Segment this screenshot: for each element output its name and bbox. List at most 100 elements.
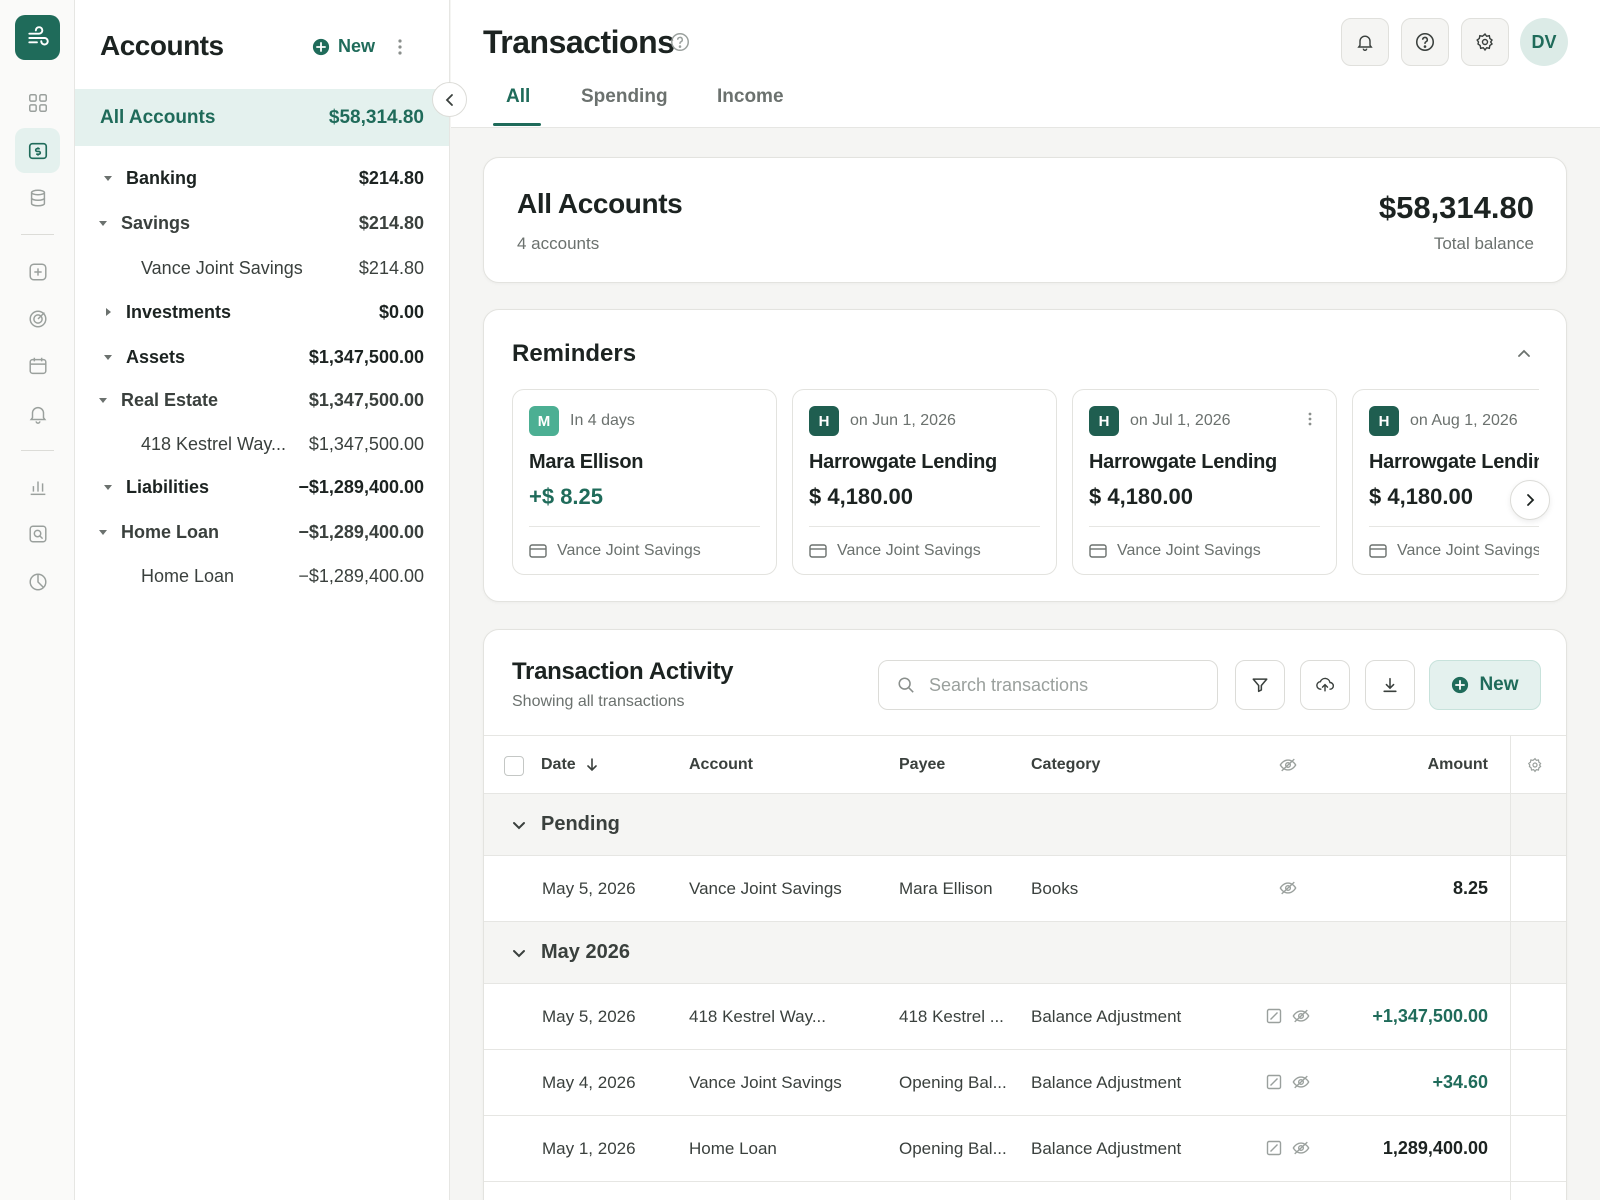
gear-icon <box>1476 33 1493 52</box>
eye-off-icon[interactable] <box>1292 1074 1310 1090</box>
column-settings-icon[interactable] <box>1527 757 1543 773</box>
reminder-card[interactable]: H on Jun 1, 2026 Harrowgate Lending $ 4,… <box>792 389 1057 575</box>
logo-icon[interactable] <box>15 15 60 60</box>
reminder-card[interactable]: H on Aug 1, 2026 Harrowgate Lending $ 4,… <box>1352 389 1539 575</box>
tab-all[interactable]: All <box>506 86 530 108</box>
pie-chart-icon[interactable] <box>15 559 60 604</box>
column-account[interactable]: Account <box>689 756 753 774</box>
help-button[interactable] <box>1401 18 1449 66</box>
new-account-button[interactable]: New <box>312 36 375 57</box>
column-date[interactable]: Date <box>541 756 598 774</box>
reminder-card[interactable]: M In 4 days Mara Ellison +$ 8.25 Vance J… <box>512 389 777 575</box>
bell-icon <box>1357 35 1373 51</box>
eye-off-icon[interactable] <box>1292 1008 1310 1024</box>
tab-income[interactable]: Income <box>717 86 784 108</box>
cell-date: May 5, 2026 <box>542 879 636 898</box>
tree-group-real-estate[interactable]: Real Estate $1,347,500.00 <box>75 380 449 420</box>
payee-badge: H <box>1089 406 1119 436</box>
tree-item-value: −$1,289,400.00 <box>298 521 424 542</box>
tree-item-label: Investments <box>126 301 232 322</box>
group-label: May 2026 <box>541 941 630 963</box>
add-icon[interactable] <box>15 249 60 294</box>
upload-button[interactable] <box>1300 660 1350 710</box>
table-row[interactable]: May 5, 2026 418 Kestrel Way... 418 Kestr… <box>484 984 1566 1050</box>
credit-card-icon <box>1369 544 1387 558</box>
reminder-due: on Jul 1, 2026 <box>1130 412 1231 429</box>
download-button[interactable] <box>1365 660 1415 710</box>
calendar-icon[interactable] <box>15 343 60 388</box>
chevron-up-icon[interactable] <box>1516 346 1532 362</box>
cell-date: May 1, 2026 <box>542 1139 636 1158</box>
column-payee[interactable]: Payee <box>899 756 945 774</box>
tree-group-home-loan[interactable]: Home Loan −$1,289,400.00 <box>75 512 449 552</box>
dashboard-icon[interactable] <box>15 80 60 125</box>
payee-badge: H <box>809 406 839 436</box>
filter-button[interactable] <box>1235 660 1285 710</box>
table-row[interactable]: May 5, 2026 Vance Joint Savings Mara Ell… <box>484 856 1566 922</box>
tree-account-home-loan[interactable]: Home Loan −$1,289,400.00 <box>75 556 449 596</box>
tab-spending[interactable]: Spending <box>581 86 668 108</box>
eye-off-icon[interactable] <box>1279 880 1297 896</box>
tree-item-label: Real Estate <box>121 389 219 410</box>
bell-icon[interactable] <box>15 391 60 436</box>
tree-group-investments[interactable]: Investments $0.00 <box>75 292 449 332</box>
group-pending[interactable]: Pending <box>484 794 1566 856</box>
reminder-card[interactable]: H on Jul 1, 2026 Harrowgate Lending $ 4,… <box>1072 389 1337 575</box>
table-row[interactable]: May 4, 2026 Vance Joint Savings Opening … <box>484 1050 1566 1116</box>
column-date-label: Date <box>541 756 576 773</box>
tree-group-assets[interactable]: Assets $1,347,500.00 <box>75 337 449 377</box>
reminder-account: Vance Joint Savings <box>809 542 981 560</box>
column-amount[interactable]: Amount <box>1428 756 1488 774</box>
summary-subtitle: 4 accounts <box>517 234 600 253</box>
more-options-icon[interactable] <box>1308 412 1312 426</box>
more-options-icon[interactable] <box>395 36 405 58</box>
table-row[interactable]: May 1, 2026 Home Loan Opening Bal... Bal… <box>484 1116 1566 1182</box>
new-transaction-button[interactable]: New <box>1429 660 1541 710</box>
cell-payee: Opening Bal... <box>899 1139 1007 1158</box>
edit-note-icon[interactable] <box>1266 1074 1282 1090</box>
reminder-amount: $ 4,180.00 <box>809 484 913 509</box>
search-input[interactable] <box>929 674 1199 696</box>
collapse-panel-button[interactable] <box>432 82 467 117</box>
receipt-search-icon[interactable] <box>15 511 60 556</box>
reminder-payee: Harrowgate Lending <box>809 451 997 473</box>
edit-note-icon[interactable] <box>1266 1008 1282 1024</box>
payee-badge: H <box>1369 406 1399 436</box>
chevron-left-icon <box>445 93 453 106</box>
eye-off-icon[interactable] <box>1292 1140 1310 1156</box>
chevron-right-icon <box>1527 494 1535 506</box>
cell-amount: 1,289,400.00 <box>1382 1138 1488 1158</box>
bar-chart-icon[interactable] <box>15 464 60 509</box>
carousel-next-button[interactable] <box>1510 480 1550 520</box>
accounts-panel: Accounts New All Accounts $58,314.80 Ban… <box>75 0 450 1200</box>
tree-account-vance-joint-savings[interactable]: Vance Joint Savings $214.80 <box>75 248 449 288</box>
cell-amount: +1,347,500.00 <box>1372 1006 1488 1026</box>
help-circle-icon[interactable] <box>669 31 691 53</box>
tree-item-label: Savings <box>121 212 191 233</box>
all-accounts-item[interactable]: All Accounts $58,314.80 <box>75 89 449 146</box>
target-icon[interactable] <box>15 296 60 341</box>
tree-item-value: $0.00 <box>378 301 424 322</box>
caret-down-icon <box>99 221 107 226</box>
reminder-due: In 4 days <box>570 412 635 429</box>
plus-circle-icon <box>1452 676 1469 694</box>
tree-group-savings[interactable]: Savings $214.80 <box>75 203 449 243</box>
tree-account-418-kestrel-way[interactable]: 418 Kestrel Way... $1,347,500.00 <box>75 424 449 464</box>
new-transaction-label: New <box>1479 674 1519 695</box>
tree-group-banking[interactable]: Banking $214.80 <box>75 158 449 198</box>
database-icon[interactable] <box>15 175 60 220</box>
user-avatar[interactable]: DV <box>1520 18 1568 66</box>
transactions-icon[interactable] <box>15 128 60 173</box>
edit-note-icon[interactable] <box>1266 1140 1282 1156</box>
icon-rail <box>0 0 75 1200</box>
cell-date: May 5, 2026 <box>542 1007 636 1026</box>
activity-title: Transaction Activity <box>512 658 734 685</box>
select-all-checkbox[interactable] <box>504 756 524 776</box>
notifications-button[interactable] <box>1341 18 1389 66</box>
settings-button[interactable] <box>1461 18 1509 66</box>
group-may-2026[interactable]: May 2026 <box>484 922 1566 984</box>
visibility-column-icon[interactable] <box>1279 757 1297 773</box>
column-category[interactable]: Category <box>1031 756 1100 774</box>
caret-down-icon <box>99 530 107 535</box>
tree-group-liabilities[interactable]: Liabilities −$1,289,400.00 <box>75 467 449 507</box>
